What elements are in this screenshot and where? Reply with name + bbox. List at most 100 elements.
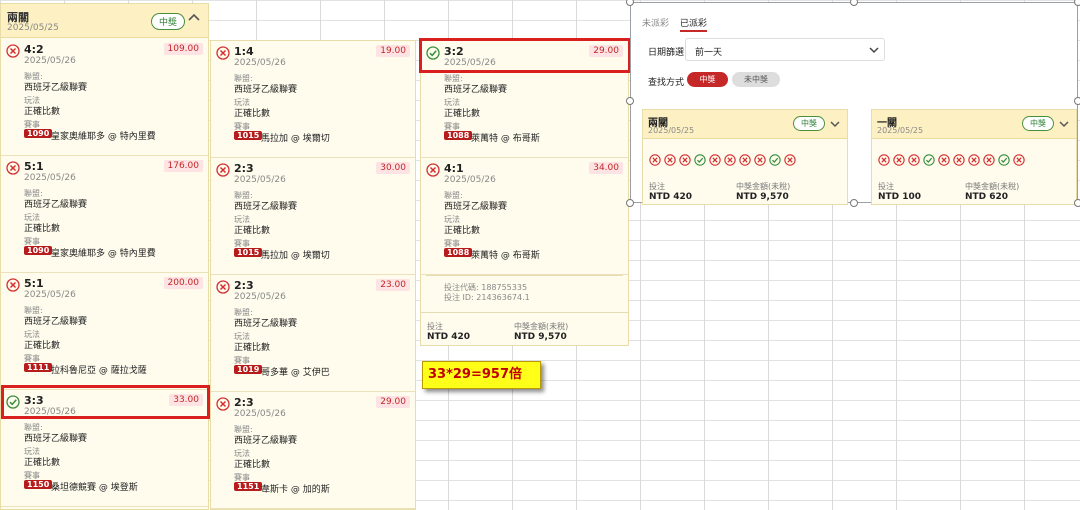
match-date: 2025/05/26 — [234, 292, 286, 302]
bet-card[interactable]: 5:1 2025/05/26 176.00 聯盟: 西班牙乙級聯賽 玩法 正確比數 賽事 109… — [1, 156, 208, 273]
odds-badge: 29.00 — [589, 45, 623, 57]
bet-card[interactable]: 2:3 2025/05/26 30.00 聯盟: 西班牙乙級聯賽 玩法 正確比數 賽事 1015… — [211, 158, 415, 275]
date-filter-select[interactable]: 前一天 — [685, 38, 885, 61]
x-circle-icon — [724, 151, 736, 166]
x-circle-icon — [983, 151, 995, 166]
match-date: 2025/05/26 — [24, 173, 76, 183]
game-id-badge: 1111 — [24, 363, 53, 372]
tab-settled[interactable]: 已派彩 — [680, 16, 708, 32]
play-value: 正確比數 — [234, 460, 271, 470]
payout-value: NTD 620 — [965, 192, 1009, 202]
game-id-badge: 1090 — [24, 129, 53, 138]
league-value: 西班牙乙級聯賽 — [24, 434, 88, 444]
resize-handle[interactable] — [1074, 199, 1080, 207]
x-circle-icon — [216, 45, 230, 60]
play-value: 正確比數 — [234, 343, 271, 353]
match-teams: 哥多華 @ 艾伊巴 — [261, 368, 330, 378]
x-circle-icon — [6, 43, 20, 58]
odds-badge: 19.00 — [376, 45, 410, 57]
game-id-badge: 1088 — [444, 248, 473, 257]
chevron-down-icon[interactable] — [1058, 118, 1070, 130]
match-date: 2025/05/26 — [234, 175, 286, 185]
summary-card[interactable]: 兩關 2025/05/25 中獎 投注 NTD 420 中獎金額(未稅) NTD 9,570 — [642, 109, 848, 205]
x-circle-icon — [6, 160, 20, 175]
filter-win-button[interactable]: 中獎 — [687, 72, 728, 87]
game-id-badge: 1150 — [24, 480, 53, 489]
x-circle-icon — [216, 396, 230, 411]
score: 2:3 — [234, 279, 254, 292]
match-teams: 桑坦德競賽 @ 埃登斯 — [51, 483, 138, 493]
chevron-down-icon[interactable] — [829, 118, 841, 130]
play-value: 正確比數 — [24, 107, 61, 117]
odds-badge: 29.00 — [376, 396, 410, 408]
odds-badge: 109.00 — [163, 43, 203, 55]
x-circle-icon — [878, 151, 890, 166]
search-label: 查找方式 — [648, 78, 685, 88]
bet-card[interactable]: 4:2 2025/05/26 109.00 聯盟: 西班牙乙級聯賽 玩法 正確比數 賽事 109… — [1, 39, 208, 156]
summary-header: 一關 2025/05/25 中獎 — [872, 110, 1076, 139]
league-value: 西班牙乙級聯賽 — [234, 319, 298, 329]
score: 4:1 — [444, 162, 464, 175]
match-date: 2025/05/26 — [234, 409, 286, 419]
match-teams: 萊萬特 @ 布哥斯 — [471, 134, 540, 144]
x-circle-icon — [649, 151, 661, 166]
score: 5:1 — [24, 277, 44, 290]
ticket-date: 2025/05/25 — [7, 23, 59, 33]
chevron-up-icon[interactable] — [187, 11, 201, 25]
tab-unsettled[interactable]: 未派彩 — [642, 16, 669, 29]
divider — [426, 275, 623, 276]
date-filter-value: 前一天 — [695, 48, 723, 58]
bet-card[interactable]: 1:4 2025/05/26 19.00 聯盟: 西班牙乙級聯賽 玩法 正確比數 賽事 1015… — [211, 41, 415, 158]
divider — [421, 312, 628, 313]
bet-label: 投注 — [649, 182, 665, 191]
bet-value: NTD 420 — [427, 332, 471, 342]
match-teams: 皇家奧維耶多 @ 特內里費 — [51, 249, 156, 259]
bet-card[interactable]: 5:1 2025/05/26 200.00 聯盟: 西班牙乙級聯賽 玩法 正確比數 賽事 111… — [1, 273, 208, 390]
x-circle-icon — [1013, 151, 1025, 166]
filter-lose-button[interactable]: 未中獎 — [732, 72, 780, 87]
league-value: 西班牙乙級聯賽 — [444, 85, 508, 95]
status-badge: 中獎 — [793, 116, 825, 131]
payout-label: 中獎金額(未稅) — [514, 322, 569, 331]
match-date: 2025/05/26 — [24, 290, 76, 300]
resize-handle[interactable] — [1074, 97, 1080, 105]
odds-badge: 23.00 — [376, 279, 410, 291]
x-circle-icon — [426, 162, 440, 177]
score: 1:4 — [234, 45, 254, 58]
resize-handle[interactable] — [626, 199, 634, 207]
x-circle-icon — [216, 279, 230, 294]
league-value: 西班牙乙級聯賽 — [24, 317, 88, 327]
bet-card[interactable]: 2:3 2025/05/26 23.00 聯盟: 西班牙乙級聯賽 玩法 正確比數 賽事 1019… — [211, 275, 415, 392]
x-circle-icon — [968, 151, 980, 166]
bet-card[interactable]: 2:3 2025/05/26 29.00 聯盟: 西班牙乙級聯賽 玩法 正確比數 賽事 1151… — [211, 392, 415, 509]
x-circle-icon — [938, 151, 950, 166]
bet-card[interactable]: 4:1 2025/05/26 34.00 聯盟: 西班牙乙級聯賽 玩法 正確比數 賽事 1088… — [421, 158, 628, 275]
bet-card[interactable]: 3:3 2025/05/26 33.00 聯盟: 西班牙乙級聯賽 玩法 正確比數 賽事 1150… — [1, 390, 208, 507]
check-circle-icon — [694, 151, 706, 166]
bet-card[interactable]: 3:2 2025/05/26 29.00 聯盟: 西班牙乙級聯賽 玩法 正確比數 賽事 1088… — [421, 41, 628, 158]
resize-handle[interactable] — [626, 97, 634, 105]
score: 2:3 — [234, 396, 254, 409]
score: 2:3 — [234, 162, 254, 175]
resize-handle[interactable] — [1074, 0, 1080, 6]
ticket-column-3: 3:2 2025/05/26 29.00 聯盟: 西班牙乙級聯賽 玩法 正確比數 賽事 1088… — [420, 40, 629, 346]
payout-label: 中獎金額(未稅) — [965, 182, 1020, 191]
league-value: 西班牙乙級聯賽 — [234, 436, 298, 446]
resize-handle[interactable] — [850, 199, 858, 207]
payout-value: NTD 9,570 — [514, 332, 567, 342]
x-circle-icon — [6, 277, 20, 292]
x-circle-icon — [953, 151, 965, 166]
play-value: 正確比數 — [24, 341, 61, 351]
x-circle-icon — [679, 151, 691, 166]
odds-badge: 176.00 — [163, 160, 203, 172]
summary-date: 2025/05/25 — [648, 126, 695, 135]
game-id-badge: 1015 — [234, 131, 263, 140]
summary-card[interactable]: 一關 2025/05/25 中獎 投注 NTD 100 中獎金額(未稅) NTD 620 — [871, 109, 1077, 205]
check-circle-icon — [769, 151, 781, 166]
check-circle-icon — [6, 394, 20, 409]
bet-value: NTD 100 — [878, 192, 922, 202]
game-id-badge: 1019 — [234, 365, 263, 374]
play-value: 正確比數 — [444, 226, 481, 236]
score: 5:1 — [24, 160, 44, 173]
score: 3:3 — [24, 394, 44, 407]
